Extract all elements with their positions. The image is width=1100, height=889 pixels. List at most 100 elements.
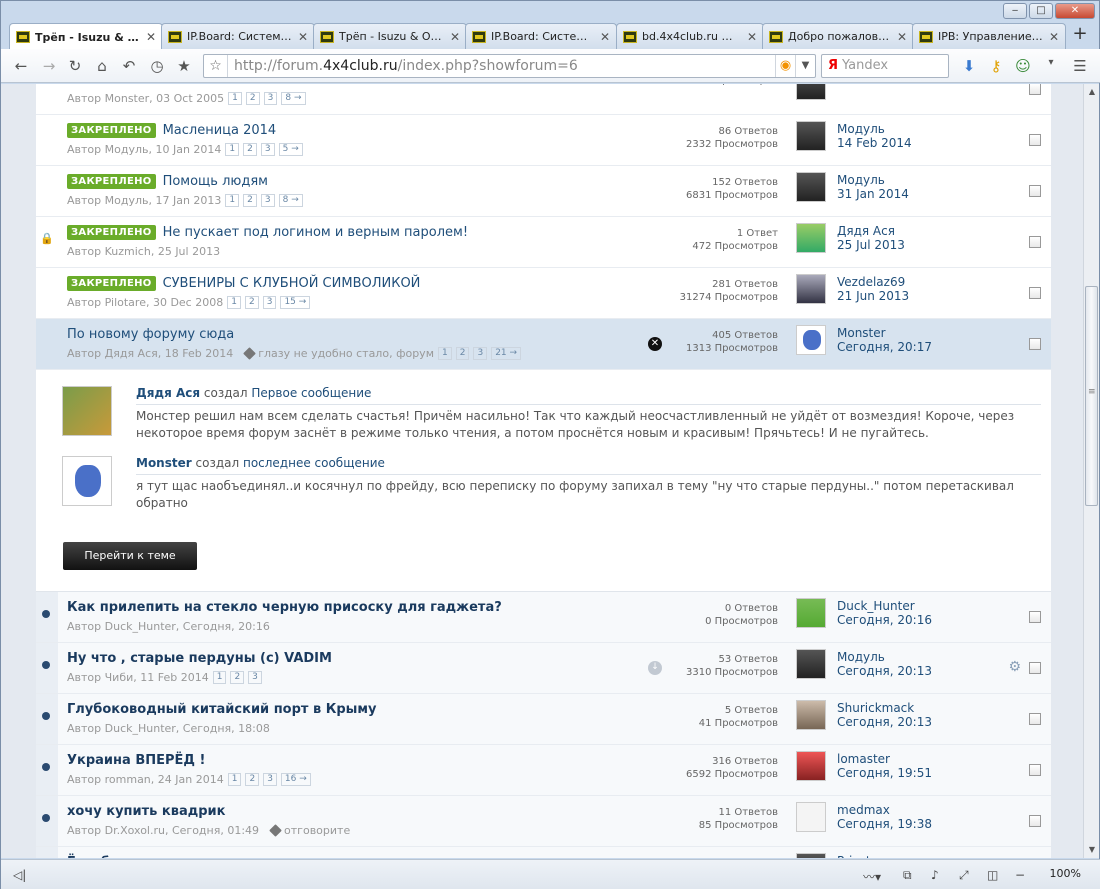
topic-title-link[interactable]: Не пускает под логином и верным паролем! <box>163 225 468 240</box>
last-post-info[interactable]: lomaster Сегодня, 19:51 <box>837 752 932 780</box>
close-tab-icon[interactable]: ✕ <box>1049 30 1059 44</box>
avatar[interactable] <box>796 853 826 858</box>
maximize-button[interactable]: □ <box>1029 3 1053 19</box>
pages-icon[interactable]: ⧉ <box>903 868 912 883</box>
topic-tags[interactable]: отговорите <box>284 824 350 837</box>
topic-row[interactable]: Как прилепить на стекло черную присоску … <box>36 592 1051 643</box>
topic-row[interactable]: Автор Monster, 03 Oct 20051238 → 28819 Пр… <box>36 84 1051 115</box>
page-link[interactable]: 2 <box>455 347 470 360</box>
tab-5[interactable]: Добро пожаловать ✕ <box>762 23 914 49</box>
key-icon[interactable]: ⚷ <box>986 57 1006 75</box>
topic-row[interactable]: ЗАКРЕПЛЕНО Масленица 2014 Автор Модуль, 10… <box>36 115 1051 166</box>
page-link[interactable]: 8 → <box>278 194 303 207</box>
page-link[interactable]: 3 <box>473 347 488 360</box>
topic-title-link[interactable]: Ё-мобиль съе...хал неизвестно куда. <box>67 855 344 858</box>
page-link[interactable]: 1 <box>228 92 242 105</box>
sidebar-toggle-icon[interactable]: ◁| <box>13 868 26 882</box>
avatar[interactable] <box>62 456 112 506</box>
topic-checkbox[interactable] <box>1029 134 1041 146</box>
page-link[interactable]: 2 <box>244 296 259 309</box>
last-post-info[interactable]: 10 Feb 2014 <box>837 84 912 85</box>
author-link[interactable]: Monster <box>136 456 192 470</box>
last-post-info[interactable]: Модуль 14 Feb 2014 <box>837 122 912 150</box>
reload-icon[interactable]: ↻ <box>65 57 85 75</box>
star-icon[interactable]: ☆ <box>204 55 228 77</box>
topic-title-link[interactable]: Ну что , старые пердуны (с) VADIM <box>67 651 332 666</box>
close-tab-icon[interactable]: ✕ <box>450 30 460 44</box>
topic-row[interactable]: ЗАКРЕПЛЕНО СУВЕНИРЫ С КЛУБНОЙ СИМВОЛИКОЙ А… <box>36 268 1051 319</box>
page-link[interactable]: 3 <box>248 671 262 684</box>
author-link[interactable]: Дядя Ася <box>136 386 200 400</box>
history-icon[interactable]: ◷ <box>147 57 167 75</box>
topic-title-link[interactable]: По новому форуму сюда <box>67 327 234 342</box>
avatar[interactable] <box>796 223 826 253</box>
page-link[interactable]: 8 → <box>281 92 306 105</box>
tab-0[interactable]: Трёп - Isuzu & Opel Club Russia ✕ <box>9 23 163 50</box>
menu-icon[interactable]: ☰ <box>1070 57 1090 75</box>
last-post-info[interactable]: medmax Сегодня, 19:38 <box>837 803 932 831</box>
close-tab-icon[interactable]: ✕ <box>600 30 610 44</box>
tab-6[interactable]: IPB: Управление контентом ✕ <box>912 23 1066 49</box>
topic-checkbox[interactable] <box>1029 236 1041 248</box>
page-link[interactable]: 1 <box>227 296 241 309</box>
topic-checkbox[interactable] <box>1029 185 1041 197</box>
topic-title-link[interactable]: Глубоководный китайский порт в Крыму <box>67 702 377 717</box>
undo-icon[interactable]: ↶ <box>119 57 139 75</box>
close-tab-icon[interactable]: ✕ <box>146 30 156 44</box>
last-post-info[interactable]: Модуль 31 Jan 2014 <box>837 173 909 201</box>
page-link[interactable]: 21 → <box>491 347 522 360</box>
go-to-topic-button[interactable]: Перейти к теме <box>63 542 197 570</box>
close-tab-icon[interactable]: ✕ <box>298 30 308 44</box>
topic-checkbox[interactable] <box>1029 764 1041 776</box>
page-link[interactable]: 3 <box>262 296 277 309</box>
topic-checkbox[interactable] <box>1029 611 1041 623</box>
graph-icon[interactable]: 〰▾ <box>863 868 881 885</box>
topic-title-link[interactable]: Как прилепить на стекло черную присоску … <box>67 600 502 615</box>
topic-title-link[interactable]: Украина ВПЕРЁД ! <box>67 753 205 768</box>
url-text[interactable]: http://forum.4x4club.ru/index.php?showfo… <box>228 58 775 74</box>
topic-title-link[interactable]: Помощь людям <box>163 174 268 189</box>
user-icon[interactable]: ☺ <box>1013 57 1033 75</box>
address-bar[interactable]: ☆ http://forum.4x4club.ru/index.php?show… <box>203 54 816 78</box>
tab-4[interactable]: bd.4x4club.ru >> localhost ✕ <box>616 23 764 49</box>
rss-icon[interactable]: ◉ <box>775 55 795 77</box>
avatar[interactable] <box>796 121 826 151</box>
last-post-info[interactable]: Shurickmack Сегодня, 20:13 <box>837 701 932 729</box>
topic-checkbox[interactable] <box>1029 662 1041 674</box>
page-link[interactable]: 2 <box>245 773 260 786</box>
back-icon[interactable]: ← <box>11 57 31 75</box>
close-window-button[interactable]: ✕ <box>1055 3 1095 19</box>
last-post-info[interactable]: Модуль Сегодня, 20:13 <box>837 650 932 678</box>
sound-icon[interactable]: ♪ <box>931 868 939 882</box>
first-post-link[interactable]: Первое сообщение <box>251 386 371 400</box>
page-link[interactable]: 5 → <box>278 143 303 156</box>
topic-checkbox[interactable] <box>1029 84 1041 95</box>
close-tab-icon[interactable]: ✕ <box>747 30 757 44</box>
vertical-scrollbar[interactable]: ▲ ▼ <box>1083 84 1099 858</box>
fullscreen-icon[interactable]: ⤢ <box>959 868 969 883</box>
page-link[interactable]: 2 <box>243 194 257 207</box>
scroll-down-icon[interactable]: ▼ <box>1084 842 1100 858</box>
tab-3[interactable]: IP.Board: Система управления ✕ <box>465 23 617 49</box>
last-post-info[interactable]: Priest <box>837 854 871 858</box>
topic-checkbox[interactable] <box>1029 713 1041 725</box>
page-link[interactable]: 3 <box>263 773 277 786</box>
avatar[interactable] <box>796 700 826 730</box>
page-link[interactable]: 3 <box>260 194 275 207</box>
close-preview-icon[interactable]: ✕ <box>648 337 662 351</box>
topic-row[interactable]: По новому форуму сюда Автор Дядя Ася, 18 … <box>36 319 1051 370</box>
zoom-level[interactable]: 100% <box>1050 867 1081 880</box>
topic-row[interactable]: Украина ВПЕРЁД ! Автор romman, 24 Jan 201… <box>36 745 1051 796</box>
topic-row[interactable]: Ё-мобиль съе...хал неизвестно куда. 6 Отв… <box>36 847 1051 858</box>
zoom-out-icon[interactable]: − <box>1015 868 1025 882</box>
topic-title-link[interactable]: Масленица 2014 <box>163 123 277 138</box>
page-link[interactable]: 3 <box>263 92 278 105</box>
topic-title-link[interactable]: СУВЕНИРЫ С КЛУБНОЙ СИМВОЛИКОЙ <box>163 276 421 291</box>
chevron-down-icon[interactable]: ▾ <box>1041 57 1061 68</box>
page-link[interactable]: 16 → <box>280 773 311 786</box>
page-link[interactable]: 1 <box>438 347 452 360</box>
address-dropdown-icon[interactable]: ▼ <box>795 55 815 77</box>
avatar[interactable] <box>796 274 826 304</box>
topic-checkbox[interactable] <box>1029 815 1041 827</box>
topic-checkbox[interactable] <box>1029 287 1041 299</box>
